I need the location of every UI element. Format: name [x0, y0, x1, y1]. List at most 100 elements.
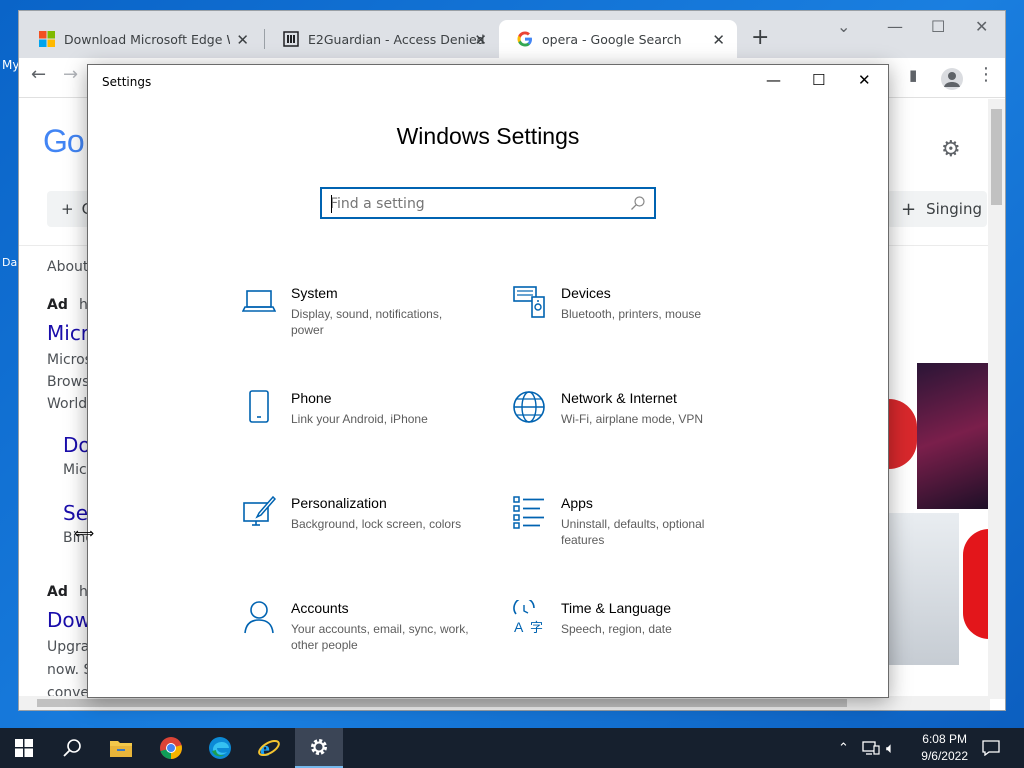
- tab-title: E2Guardian - Access Denied: [308, 31, 485, 47]
- settings-gear-icon: [311, 739, 327, 755]
- settings-tile-accounts[interactable]: Accounts Your accounts, email, sync, wor…: [242, 600, 482, 670]
- opera-screenshot-image[interactable]: [917, 363, 989, 509]
- menu-kebab-icon[interactable]: ⋮: [977, 64, 995, 85]
- side-panel-icon[interactable]: ▮: [909, 66, 917, 84]
- profile-avatar-icon[interactable]: [941, 68, 963, 90]
- volume-icon[interactable]: 🔈︎: [886, 728, 895, 768]
- chip-label: Singing: [926, 200, 983, 218]
- tile-name: Personalization: [291, 495, 387, 511]
- settings-search-box[interactable]: [320, 187, 656, 219]
- settings-tile-system[interactable]: System Display, sound, notifications, po…: [242, 285, 482, 355]
- vertical-scrollbar[interactable]: [988, 99, 1005, 699]
- desktop-icon-label[interactable]: My: [2, 58, 19, 72]
- tab-edge-download[interactable]: Download Microsoft Edge Web B ✕: [21, 20, 261, 58]
- taskbar: e ⌃ 🔈︎ 6:08 PM 9/6/2022: [0, 728, 1024, 768]
- system-clock[interactable]: 6:08 PM 9/6/2022: [921, 731, 968, 765]
- time-language-icon: A 字: [513, 600, 543, 634]
- page-title: Windows Settings: [396, 123, 580, 149]
- laptop-icon: [242, 290, 276, 312]
- taskbar-file-explorer[interactable]: [97, 728, 145, 768]
- google-logo[interactable]: Go: [43, 123, 85, 160]
- maximize-icon[interactable]: ☐: [931, 17, 945, 36]
- taskbar-chrome[interactable]: [147, 728, 195, 768]
- scroll-thumb[interactable]: [991, 109, 1002, 205]
- search-button[interactable]: [48, 728, 96, 768]
- ad-label: Ad: [47, 584, 68, 600]
- taskbar-settings[interactable]: [295, 728, 343, 768]
- settings-tile-apps[interactable]: Apps Uninstall, defaults, optional featu…: [512, 495, 752, 565]
- resize-cursor-icon: ⟺: [74, 526, 95, 542]
- tab-search-icon[interactable]: ⌄: [837, 17, 850, 36]
- start-icon: [15, 739, 33, 757]
- settings-tile-personalization[interactable]: Personalization Background, lock screen,…: [242, 495, 482, 565]
- chrome-icon: [160, 737, 182, 759]
- settings-tile-phone[interactable]: Phone Link your Android, iPhone: [242, 390, 482, 460]
- apps-list-icon: [513, 496, 544, 529]
- tile-description: Bluetooth, printers, mouse: [561, 307, 702, 321]
- clock-date: 9/6/2022: [921, 749, 968, 763]
- opera-logo-image[interactable]: [963, 529, 989, 639]
- action-center-icon[interactable]: [982, 728, 1000, 768]
- tile-name: Phone: [291, 390, 332, 406]
- tile-name: Accounts: [291, 600, 349, 616]
- phone-icon: [249, 390, 269, 423]
- window-title: Settings: [102, 75, 152, 89]
- ad-title-link[interactable]: Dow: [47, 608, 91, 632]
- tab-e2guardian[interactable]: E2Guardian - Access Denied ✕: [265, 20, 499, 58]
- search-icon: [63, 739, 81, 757]
- tile-description: Link your Android, iPhone: [291, 412, 428, 426]
- tile-name: Network & Internet: [561, 390, 677, 406]
- opera-logo-image[interactable]: [889, 399, 917, 469]
- desktop-icon-label[interactable]: Da: [2, 256, 17, 269]
- tray-overflow-icon[interactable]: ⌃: [838, 728, 849, 768]
- scroll-thumb[interactable]: [37, 699, 847, 707]
- forward-icon[interactable]: →: [63, 64, 78, 85]
- file-explorer-icon: [110, 741, 132, 757]
- minimize-icon[interactable]: —: [887, 17, 903, 36]
- search-icon[interactable]: [630, 195, 646, 211]
- person-icon: [244, 601, 274, 634]
- close-window-icon[interactable]: ✕: [975, 17, 988, 36]
- tab-title: opera - Google Search: [542, 31, 682, 47]
- edge-icon: [209, 737, 231, 759]
- tile-description: Background, lock screen, colors: [291, 517, 462, 531]
- horizontal-scrollbar[interactable]: [19, 696, 990, 710]
- close-tab-icon[interactable]: ✕: [712, 31, 725, 49]
- building-icon: [283, 31, 299, 47]
- tile-name: Time & Language: [561, 600, 671, 616]
- filter-chip-singing[interactable]: + Singing: [887, 191, 987, 227]
- gear-icon[interactable]: ⚙: [941, 137, 961, 162]
- settings-tile-time-language[interactable]: A 字 Time & Language Speech, region, date: [512, 600, 752, 670]
- tile-description: Wi-Fi, airplane mode, VPN: [561, 412, 704, 426]
- taskbar-internet-explorer[interactable]: e: [245, 728, 293, 768]
- start-button[interactable]: [0, 728, 48, 768]
- minimize-icon[interactable]: —: [766, 71, 781, 89]
- taskbar-edge[interactable]: [196, 728, 244, 768]
- tab-opera-search[interactable]: opera - Google Search ✕: [499, 20, 737, 58]
- close-tab-icon[interactable]: ✕: [236, 31, 249, 49]
- network-icon[interactable]: [862, 728, 880, 768]
- tab-strip: Download Microsoft Edge Web B ✕ E2Guardi…: [19, 11, 1005, 58]
- globe-icon: [513, 391, 545, 423]
- sitelink-title[interactable]: Se: [63, 501, 88, 525]
- settings-tile-network[interactable]: Network & Internet Wi-Fi, airplane mode,…: [512, 390, 752, 460]
- tile-description: Speech, region, date: [561, 622, 672, 636]
- opera-wallpaper-image[interactable]: [889, 513, 959, 665]
- tile-name: System: [291, 285, 338, 301]
- ad-snippet: Micros: [47, 352, 92, 368]
- devices-icon: [513, 286, 545, 318]
- tile-description: Display, sound, notifications, power: [291, 307, 443, 337]
- close-tab-icon[interactable]: ✕: [474, 31, 487, 49]
- tile-description: Your accounts, email, sync, work, other …: [291, 622, 469, 652]
- settings-tile-devices[interactable]: Devices Bluetooth, printers, mouse: [512, 285, 752, 355]
- ad-label: Ad: [47, 297, 68, 313]
- tile-name: Devices: [561, 285, 611, 301]
- tile-name: Apps: [561, 495, 593, 511]
- new-tab-button[interactable]: +: [751, 25, 769, 50]
- close-window-icon[interactable]: ✕: [858, 71, 871, 89]
- maximize-icon[interactable]: ☐: [812, 71, 825, 89]
- paint-icon: [243, 495, 276, 526]
- clock-time: 6:08 PM: [922, 732, 967, 746]
- back-icon[interactable]: ←: [31, 64, 46, 85]
- search-input[interactable]: [330, 194, 620, 214]
